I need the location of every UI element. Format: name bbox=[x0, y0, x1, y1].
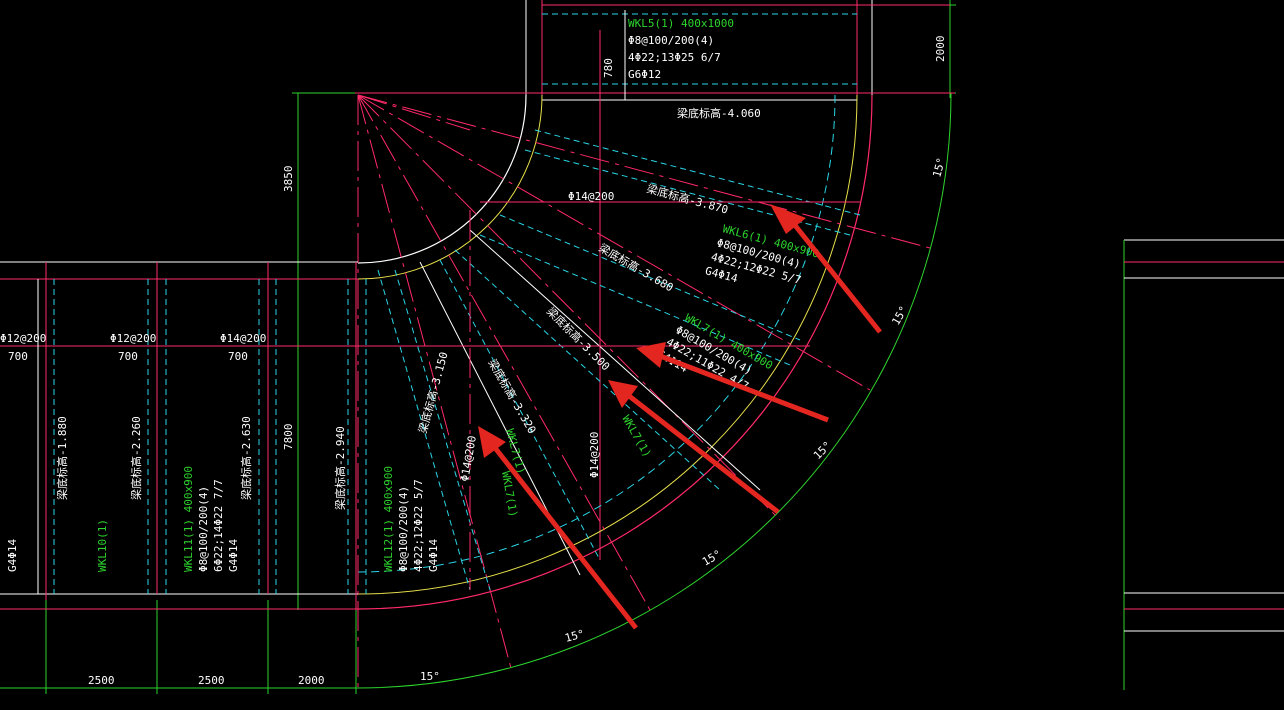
angle-label-3: 15° bbox=[811, 439, 834, 462]
wkl11-name: WKL11(1) 400x900 bbox=[182, 466, 195, 572]
radial-beam-4-elevation: 梁底标高-3.320 bbox=[485, 357, 539, 437]
wkl5-stirrup: Φ8@100/200(4) bbox=[628, 34, 714, 47]
wkl11-annotation: WKL11(1) 400x900 Φ8@100/200(4) 6Φ22;14Φ2… bbox=[182, 466, 240, 572]
wkl7-left-label: WKL7(1) bbox=[503, 427, 528, 475]
dim-3850: 3850 bbox=[282, 166, 295, 193]
strip-elevation-1: 梁底标高-1.880 bbox=[55, 416, 69, 500]
radial-beam-1-elevation: 梁底标高-3.870 bbox=[645, 181, 730, 216]
angle-label-5: 15° bbox=[563, 627, 586, 645]
wkl11-side-bars: G4Φ14 bbox=[227, 539, 240, 572]
angle-label-4: 15° bbox=[700, 547, 724, 568]
strip-elevation-3: 梁底标高-2.630 bbox=[239, 416, 253, 500]
wkl5-bars: 4Φ22;13Φ25 6/7 bbox=[628, 51, 721, 64]
radial-axes bbox=[357, 94, 931, 690]
cad-drawing-canvas[interactable]: WKL5(1) 400x1000 Φ8@100/200(4) 4Φ22;13Φ2… bbox=[0, 0, 1284, 710]
radial-beam-1-bar: Φ14@200 bbox=[568, 190, 614, 203]
radial-beam-3-elevation: 梁底标高-3.500 bbox=[544, 304, 613, 373]
wkl12-bars: 4Φ22;12Φ22 5/7 bbox=[412, 479, 425, 572]
wkl7-short-label: WKL7(1) bbox=[619, 413, 653, 460]
angle-label-2: 15° bbox=[889, 304, 910, 328]
dim-2000-right: 2000 bbox=[934, 36, 947, 63]
angle-label-6: 15° bbox=[420, 670, 440, 683]
strip-elevation-2: 梁底标高-2.260 bbox=[129, 416, 143, 500]
radial-beam-5-bar: Φ14@200 bbox=[458, 435, 479, 483]
red-arrows bbox=[478, 204, 882, 630]
wkl12-name: WKL12(1) 400x900 bbox=[382, 466, 395, 572]
strip-bar-label-3: Φ14@200 bbox=[220, 332, 266, 345]
wkl5-side-bars: G6Φ12 bbox=[628, 68, 661, 81]
strip-spacing-3: 700 bbox=[228, 350, 248, 363]
strip-bar-label-1: Φ12@200 bbox=[0, 332, 46, 345]
mid-bar-label: Φ14@200 bbox=[588, 432, 601, 478]
dim-7800: 7800 bbox=[282, 424, 295, 451]
wkl11-stirrup: Φ8@100/200(4) bbox=[197, 486, 210, 572]
radial-beam-2-elevation: 梁底标高-3.680 bbox=[597, 240, 677, 294]
arrow-4 bbox=[478, 426, 638, 630]
wkl5-height-dim: 780 bbox=[602, 58, 615, 78]
wkl10-label: WKL10(1) bbox=[96, 519, 109, 572]
strip-spacing-1: 700 bbox=[8, 350, 28, 363]
wkl5-elevation: 梁底标高-4.060 bbox=[677, 106, 761, 120]
strip-elevation-4: 梁底标高-2.940 bbox=[333, 426, 347, 510]
wkl12-side-bars: G4Φ14 bbox=[427, 539, 440, 572]
dim-2500-a: 2500 bbox=[88, 674, 115, 687]
arrow-3 bbox=[608, 380, 780, 514]
strip-left-cut-label: G4Φ14 bbox=[6, 539, 19, 572]
arrow-1 bbox=[770, 204, 882, 334]
wkl12-annotation: WKL12(1) 400x900 Φ8@100/200(4) 4Φ22;12Φ2… bbox=[382, 466, 440, 572]
dimension-lines bbox=[0, 0, 956, 694]
wkl11-bars: 6Φ22;14Φ22 7/7 bbox=[212, 479, 225, 572]
wkl12-stirrup: Φ8@100/200(4) bbox=[397, 486, 410, 572]
wkl5-name: WKL5(1) 400x1000 bbox=[628, 17, 734, 30]
dim-2000-bottom: 2000 bbox=[298, 674, 325, 687]
strip-spacing-2: 700 bbox=[118, 350, 138, 363]
dim-2500-b: 2500 bbox=[198, 674, 225, 687]
right-edge-structure bbox=[1123, 239, 1284, 690]
strip-bar-label-2: Φ12@200 bbox=[110, 332, 156, 345]
